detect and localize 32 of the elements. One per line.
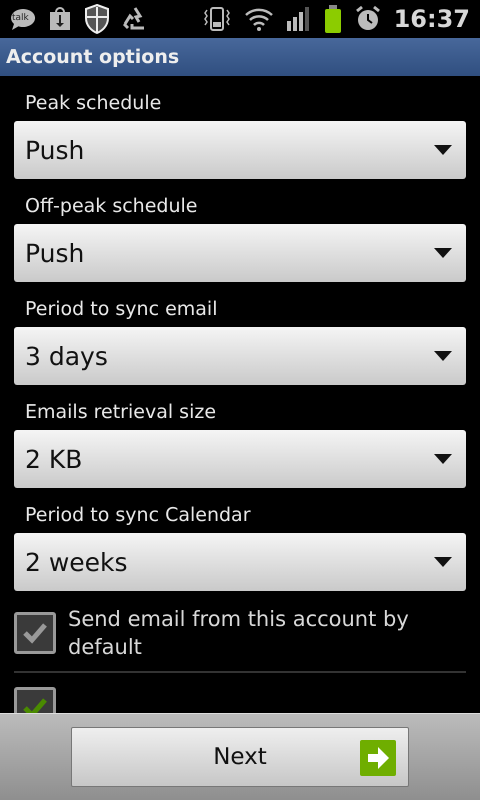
setting-label: Off-peak schedule — [25, 194, 198, 219]
dropdown[interactable]: 2 weeks — [14, 533, 466, 591]
dropdown-arrow-icon — [434, 145, 452, 155]
download-icon — [48, 6, 72, 32]
talk-text: talk — [12, 13, 29, 23]
dropdown-arrow-icon — [434, 454, 452, 464]
wifi-icon — [244, 7, 274, 31]
speech-bubble-icon — [10, 7, 36, 31]
dropdown-arrow-icon — [434, 248, 452, 258]
dropdown[interactable]: Push — [14, 224, 466, 282]
dropdown[interactable]: 2 KB — [14, 430, 466, 488]
next-button[interactable]: Next — [71, 727, 409, 787]
setting-label: Period to sync Calendar — [25, 503, 252, 528]
vibrate-icon — [202, 6, 231, 32]
setting-label: Period to sync email — [25, 297, 218, 322]
dropdown[interactable]: Push — [14, 121, 466, 179]
check-icon — [22, 622, 48, 644]
checkbox-label: Send email from this account by default — [68, 606, 410, 661]
setting-label: Peak schedule — [25, 91, 162, 116]
setting-label: Emails retrieval size — [25, 400, 218, 425]
alarm-icon — [354, 5, 381, 33]
shield-icon — [84, 4, 110, 34]
battery-icon — [324, 5, 342, 33]
signal-icon — [286, 7, 311, 31]
screen-title: Account options — [6, 46, 180, 68]
dropdown-arrow-icon — [434, 351, 452, 361]
clock-time: 16:37 — [394, 5, 470, 33]
dropdown-arrow-icon — [434, 557, 452, 567]
arrow-right-icon — [360, 740, 396, 776]
check-icon — [22, 697, 48, 714]
checkbox[interactable] — [14, 612, 56, 654]
dropdown[interactable]: 3 days — [14, 327, 466, 385]
